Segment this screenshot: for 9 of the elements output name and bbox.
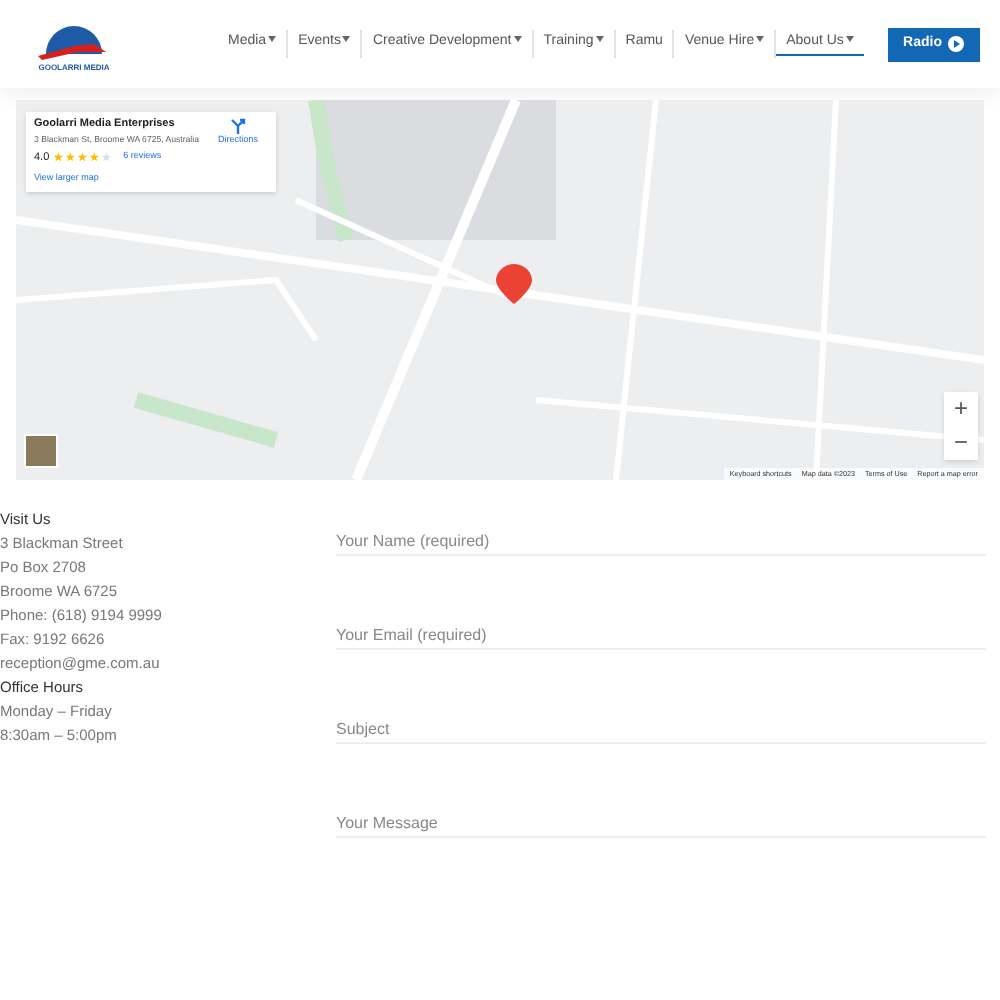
input-field[interactable]: Your Name (required) — [336, 528, 986, 556]
input-field[interactable]: Your Message — [336, 810, 986, 838]
play-icon — [948, 36, 964, 52]
input-field[interactable]: Your Email (required) — [336, 622, 986, 650]
input-field[interactable]: Subject — [336, 716, 986, 744]
zoom-in-button[interactable]: + — [944, 392, 978, 426]
directions-icon — [230, 118, 246, 134]
satellite-thumbnail[interactable] — [24, 434, 58, 468]
zoom-out-button[interactable]: − — [944, 426, 978, 460]
